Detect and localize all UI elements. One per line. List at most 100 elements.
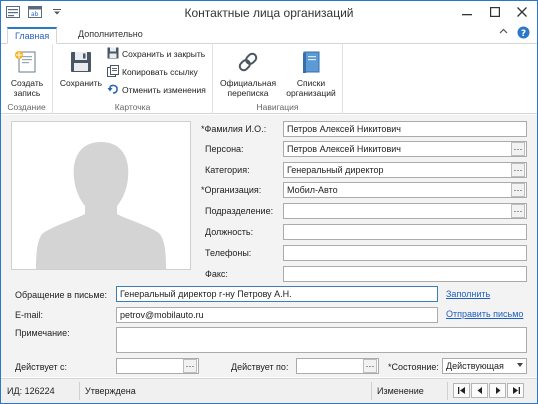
save-and-close-icon bbox=[107, 47, 119, 61]
copy-link-icon bbox=[107, 65, 119, 79]
email-label: E-mail: bbox=[15, 310, 44, 320]
minimize-button[interactable] bbox=[453, 1, 481, 23]
save-icon bbox=[65, 48, 97, 76]
status-separator bbox=[371, 382, 372, 400]
category-input[interactable]: Генеральный директор ··· bbox=[283, 162, 527, 178]
next-record-button[interactable] bbox=[489, 383, 506, 398]
note-textarea[interactable] bbox=[116, 327, 527, 353]
organization-lists-button[interactable]: Списки организаций bbox=[283, 48, 339, 98]
maximize-button[interactable] bbox=[481, 1, 509, 23]
category-label: Категория: bbox=[205, 165, 250, 175]
person-input[interactable]: Петров Алексей Никитович ··· bbox=[283, 141, 527, 157]
phones-label: Телефоны: bbox=[205, 248, 252, 258]
tab-additional[interactable]: Дополнительно bbox=[71, 27, 150, 44]
chevron-down-icon bbox=[517, 363, 523, 367]
state-label: *Состояние: bbox=[388, 362, 439, 372]
undo-icon bbox=[107, 83, 119, 97]
organization-lists-label-1: Списки bbox=[296, 78, 326, 88]
email-input[interactable]: petrov@mobilauto.ru bbox=[116, 307, 438, 323]
send-letter-link[interactable]: Отправить письмо bbox=[446, 309, 523, 319]
official-correspondence-button[interactable]: Официальная переписка bbox=[217, 48, 279, 98]
undo-changes-label: Отменить изменения bbox=[122, 85, 206, 95]
book-icon bbox=[295, 48, 327, 76]
title-bar: ab Контактные лица организаций bbox=[1, 1, 537, 25]
organization-input[interactable]: Мобил-Авто ··· bbox=[283, 182, 527, 198]
department-input[interactable]: ··· bbox=[283, 203, 527, 219]
ribbon-group-navigation: Официальная переписка Списки организаций… bbox=[213, 44, 343, 114]
valid-to-input[interactable]: ··· bbox=[296, 358, 379, 374]
position-input[interactable] bbox=[283, 224, 527, 240]
ribbon-group-create: Создать запись Создание bbox=[1, 44, 53, 114]
state-value: Действующая bbox=[446, 361, 504, 371]
edit-mode: Изменение bbox=[377, 386, 424, 396]
first-record-button[interactable] bbox=[453, 383, 470, 398]
next-record-icon bbox=[495, 387, 500, 394]
ribbon: Создать запись Создание Сохранить Сохран… bbox=[1, 44, 537, 114]
organization-lists-label-2: организаций bbox=[286, 88, 336, 98]
status-separator bbox=[79, 382, 80, 400]
new-record-icon bbox=[11, 48, 43, 76]
salutation-label: Обращение в письме: bbox=[15, 290, 108, 300]
save-and-close-button[interactable]: Сохранить и закрыть bbox=[107, 47, 205, 61]
record-id: ИД: 126224 bbox=[7, 386, 55, 396]
last-record-icon bbox=[512, 387, 520, 394]
fill-link[interactable]: Заполнить bbox=[446, 289, 490, 299]
svg-text:?: ? bbox=[521, 29, 526, 39]
person-lookup-button[interactable]: ··· bbox=[511, 142, 525, 156]
previous-record-button[interactable] bbox=[471, 383, 488, 398]
organization-value: Мобил-Авто bbox=[287, 185, 338, 195]
link-chain-icon bbox=[232, 48, 264, 76]
person-value: Петров Алексей Никитович bbox=[287, 144, 401, 154]
official-correspondence-label-2: переписка bbox=[227, 88, 269, 98]
valid-from-calendar-button[interactable]: ··· bbox=[183, 359, 197, 373]
close-button[interactable] bbox=[508, 1, 536, 23]
group-name-card: Карточка bbox=[114, 102, 151, 112]
official-correspondence-label-1: Официальная bbox=[219, 78, 277, 88]
status-separator bbox=[447, 382, 448, 400]
record-status: Утверждена bbox=[85, 386, 136, 396]
fax-label: Факс: bbox=[205, 269, 228, 279]
copy-link-label: Копировать ссылку bbox=[122, 67, 198, 77]
tab-home[interactable]: Главная bbox=[7, 27, 58, 44]
status-bar: ИД: 126224 Утверждена Изменение bbox=[1, 378, 537, 403]
state-select[interactable]: Действующая bbox=[442, 358, 527, 374]
valid-from-input[interactable]: ··· bbox=[116, 358, 199, 374]
valid-to-calendar-button[interactable]: ··· bbox=[363, 359, 377, 373]
save-button[interactable]: Сохранить bbox=[57, 48, 105, 88]
contact-form: *Фамилия И.О.: Петров Алексей Никитович … bbox=[1, 115, 537, 377]
help-icon[interactable]: ? bbox=[517, 26, 530, 39]
avatar-placeholder-icon bbox=[36, 142, 166, 269]
salutation-input[interactable]: Генеральный директор г-ну Петрову А.Н. bbox=[116, 286, 438, 302]
department-label: Подразделение: bbox=[205, 206, 274, 216]
contact-photo[interactable] bbox=[11, 121, 191, 270]
category-lookup-button[interactable]: ··· bbox=[511, 163, 525, 177]
create-record-label-2: запись bbox=[13, 88, 41, 98]
collapse-ribbon-icon[interactable] bbox=[499, 28, 508, 34]
department-lookup-button[interactable]: ··· bbox=[511, 204, 525, 218]
save-label: Сохранить bbox=[59, 78, 103, 88]
phones-input[interactable] bbox=[283, 245, 527, 261]
ribbon-group-card: Сохранить Сохранить и закрыть Копировать… bbox=[53, 44, 213, 114]
app-window: ab Контактные лица организаций Главная Д… bbox=[0, 0, 538, 404]
first-record-icon bbox=[457, 387, 465, 394]
surname-input[interactable]: Петров Алексей Никитович bbox=[283, 121, 527, 137]
organization-label: *Организация: bbox=[201, 185, 262, 195]
valid-from-label: Действует с: bbox=[15, 362, 68, 372]
group-name-navigation: Навигация bbox=[256, 102, 299, 112]
create-record-label-1: Создать bbox=[10, 78, 44, 88]
copy-link-button[interactable]: Копировать ссылку bbox=[107, 65, 198, 79]
ribbon-tabs: Главная Дополнительно ? bbox=[1, 25, 537, 44]
fax-input[interactable] bbox=[283, 266, 527, 282]
previous-record-icon bbox=[477, 387, 482, 394]
create-record-button[interactable]: Создать запись bbox=[7, 48, 47, 98]
undo-changes-button[interactable]: Отменить изменения bbox=[107, 83, 206, 97]
last-record-button[interactable] bbox=[507, 383, 524, 398]
note-label: Примечание: bbox=[15, 328, 70, 338]
save-and-close-label: Сохранить и закрыть bbox=[122, 49, 206, 59]
position-label: Должность: bbox=[205, 227, 254, 237]
surname-label: *Фамилия И.О.: bbox=[201, 124, 267, 134]
person-label: Персона: bbox=[205, 144, 244, 154]
valid-to-label: Действует по: bbox=[231, 362, 289, 372]
group-name-create: Создание bbox=[7, 102, 46, 112]
organization-lookup-button[interactable]: ··· bbox=[511, 183, 525, 197]
